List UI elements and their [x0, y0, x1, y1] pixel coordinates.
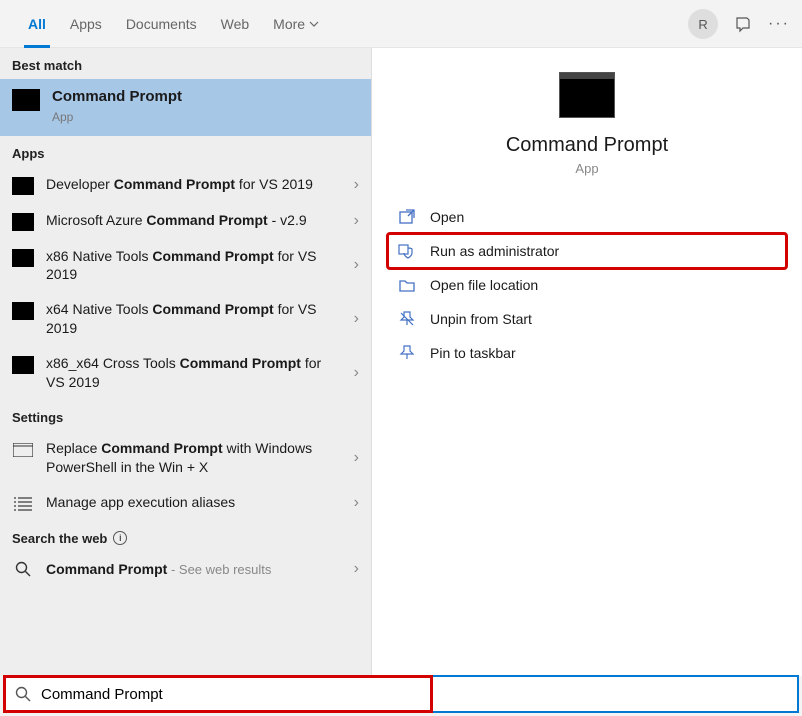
preview-actions: Open Run as administrator Open file loca… — [388, 200, 786, 370]
result-app[interactable]: x86_x64 Cross Tools Command Prompt for V… — [0, 346, 371, 400]
search-icon — [15, 686, 31, 702]
action-label: Pin to taskbar — [430, 345, 516, 361]
cmd-icon — [12, 177, 34, 195]
results-panel: Best match Command Prompt App Apps Devel… — [0, 48, 372, 676]
action-open-location[interactable]: Open file location — [388, 268, 786, 302]
cmd-icon — [12, 213, 34, 231]
cmd-icon — [12, 356, 34, 374]
header-right: R ··· — [688, 0, 790, 48]
search-scope-tabs: All Apps Documents Web More R ··· — [0, 0, 802, 48]
chevron-right-icon[interactable]: › — [354, 176, 359, 194]
result-app[interactable]: x64 Native Tools Command Prompt for VS 2… — [0, 292, 371, 346]
search-icon — [12, 560, 34, 578]
chevron-right-icon[interactable]: › — [354, 560, 359, 578]
action-label: Run as administrator — [430, 243, 559, 259]
result-body: x86_x64 Cross Tools Command Prompt for V… — [46, 354, 342, 392]
result-body: x86 Native Tools Command Prompt for VS 2… — [46, 247, 342, 285]
result-app[interactable]: Developer Command Prompt for VS 2019 › — [0, 167, 371, 203]
result-app[interactable]: x86 Native Tools Command Prompt for VS 2… — [0, 239, 371, 293]
result-body: Replace Command Prompt with Windows Powe… — [46, 439, 342, 477]
tab-documents[interactable]: Documents — [114, 0, 209, 48]
section-best-match: Best match — [0, 48, 371, 79]
result-setting[interactable]: Replace Command Prompt with Windows Powe… — [0, 431, 371, 485]
preview-panel: Command Prompt App Open Run as administr… — [372, 48, 802, 676]
result-setting[interactable]: Manage app execution aliases › — [0, 485, 371, 521]
result-web[interactable]: Command Prompt - See web results › — [0, 552, 371, 587]
unpin-start-icon — [398, 310, 416, 328]
chevron-right-icon[interactable]: › — [354, 310, 359, 328]
feedback-icon[interactable] — [734, 15, 752, 33]
cmd-icon — [12, 89, 40, 111]
action-label: Unpin from Start — [430, 311, 532, 327]
result-body: x64 Native Tools Command Prompt for VS 2… — [46, 300, 342, 338]
tab-web[interactable]: Web — [209, 0, 262, 48]
result-body: Command Prompt - See web results — [46, 560, 342, 579]
preview-title: Command Prompt — [506, 134, 668, 157]
result-title: Command Prompt — [52, 88, 182, 105]
open-icon — [398, 208, 416, 226]
chevron-down-icon — [309, 19, 319, 29]
section-apps: Apps — [0, 136, 371, 167]
pin-taskbar-icon — [398, 344, 416, 362]
chevron-right-icon[interactable]: › — [354, 449, 359, 467]
result-body: Developer Command Prompt for VS 2019 — [46, 175, 342, 194]
result-body: Command Prompt App — [52, 87, 359, 128]
result-best-match[interactable]: Command Prompt App — [0, 79, 371, 136]
more-options-icon[interactable]: ··· — [768, 15, 790, 33]
folder-icon — [398, 276, 416, 294]
main-content: Best match Command Prompt App Apps Devel… — [0, 48, 802, 676]
chevron-right-icon[interactable]: › — [354, 364, 359, 382]
search-input[interactable] — [39, 685, 787, 704]
action-label: Open — [430, 209, 464, 225]
tab-apps[interactable]: Apps — [58, 0, 114, 48]
result-app[interactable]: Microsoft Azure Command Prompt - v2.9 › — [0, 203, 371, 239]
shield-admin-icon — [398, 242, 416, 260]
window-icon — [12, 441, 34, 459]
info-icon[interactable]: i — [113, 531, 127, 545]
action-unpin-start[interactable]: Unpin from Start — [388, 302, 786, 336]
cmd-icon — [12, 249, 34, 267]
list-icon — [12, 495, 34, 513]
result-body: Manage app execution aliases — [46, 493, 342, 512]
preview-subtitle: App — [575, 161, 598, 176]
cmd-large-icon — [559, 72, 615, 118]
section-web: Search the web i — [0, 521, 371, 552]
chevron-right-icon[interactable]: › — [354, 256, 359, 274]
avatar[interactable]: R — [688, 9, 718, 39]
action-pin-taskbar[interactable]: Pin to taskbar — [388, 336, 786, 370]
preview-header: Command Prompt App — [388, 72, 786, 176]
action-open[interactable]: Open — [388, 200, 786, 234]
search-bar[interactable] — [3, 675, 799, 713]
tab-more-label: More — [273, 0, 305, 48]
tab-all[interactable]: All — [16, 0, 58, 48]
cmd-icon — [12, 302, 34, 320]
action-label: Open file location — [430, 277, 538, 293]
chevron-right-icon[interactable]: › — [354, 494, 359, 512]
chevron-right-icon[interactable]: › — [354, 212, 359, 230]
action-run-admin[interactable]: Run as administrator — [388, 234, 786, 268]
tab-more[interactable]: More — [261, 0, 331, 48]
result-body: Microsoft Azure Command Prompt - v2.9 — [46, 211, 342, 230]
section-settings: Settings — [0, 400, 371, 431]
result-subtitle: App — [52, 110, 73, 124]
